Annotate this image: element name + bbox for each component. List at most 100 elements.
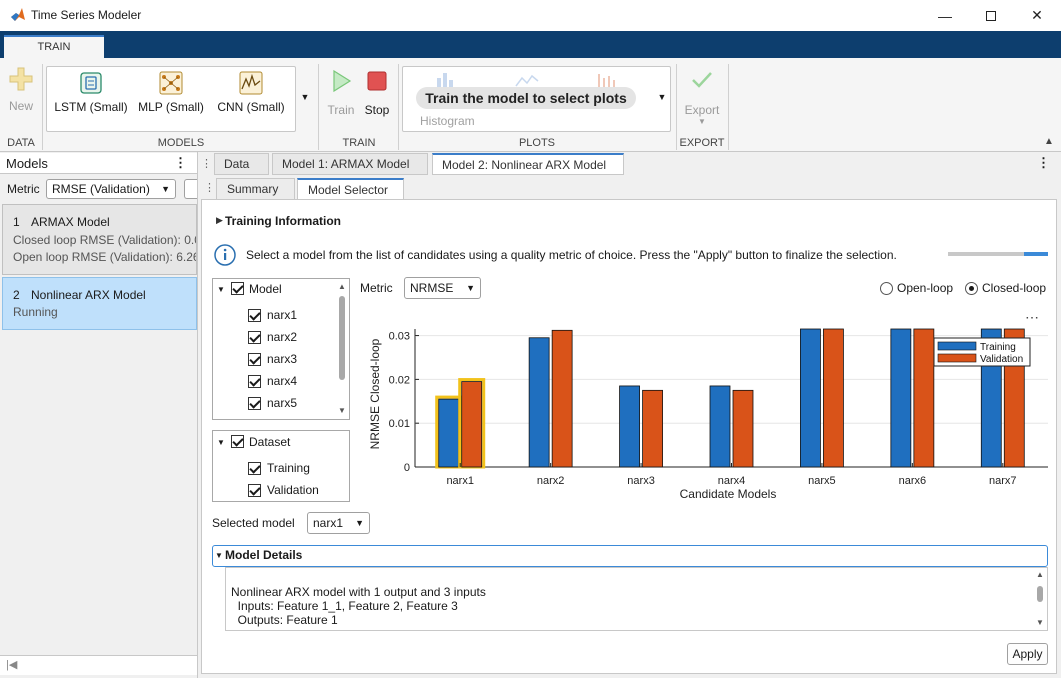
vertical-ellipsis-icon: ⋮ <box>174 155 187 170</box>
train-button[interactable]: Train <box>324 68 358 117</box>
info-icon <box>214 244 236 266</box>
models-panel-scrollbar[interactable] <box>0 655 197 675</box>
stop-button[interactable]: Stop <box>360 68 394 117</box>
model-card[interactable]: 2 Nonlinear ARX Model Running <box>2 277 197 330</box>
bar-narx5-training[interactable] <box>800 328 821 468</box>
lstm-small-button[interactable]: LSTM (Small) <box>52 71 130 114</box>
bar-narx4-validation[interactable] <box>732 389 754 468</box>
model-details-header[interactable] <box>212 545 1048 567</box>
model-tree-items: narx1 narx2 narx3 narx4 narx5 narx6 <box>248 304 336 418</box>
chevron-down-icon[interactable]: ▼ <box>217 438 225 447</box>
train-label: Train <box>327 103 355 117</box>
bar-narx2-training[interactable] <box>528 337 550 468</box>
tree-item-narx4[interactable]: narx4 <box>248 370 336 392</box>
scroll-down-icon[interactable]: ▼ <box>338 406 346 415</box>
bar-narx3-validation[interactable] <box>642 389 663 468</box>
drag-handle-icon[interactable]: ⋮ <box>204 181 215 194</box>
dataset-root-checkbox[interactable] <box>231 435 244 451</box>
plots-gallery-expand-button[interactable]: ▼ <box>655 92 669 106</box>
scroll-left-icon[interactable]: |◀ <box>6 658 17 671</box>
tab-data[interactable]: Data <box>214 153 269 175</box>
checkmark-icon <box>692 72 712 88</box>
tree-item-narx5[interactable]: narx5 <box>248 392 336 414</box>
bar-narx6-training[interactable] <box>890 328 912 468</box>
model-card-name: Nonlinear ARX Model <box>31 288 146 302</box>
scroll-down-icon[interactable]: ▼ <box>1036 618 1044 627</box>
bar-narx6-validation[interactable] <box>913 328 935 468</box>
collapse-toolstrip-button[interactable]: ▲ <box>1042 136 1056 148</box>
legend: TrainingValidation <box>933 337 1031 367</box>
tab-summary[interactable]: Summary <box>216 178 295 200</box>
details-scrollbar[interactable]: ▲ ▼ <box>1033 568 1047 630</box>
selected-model-dropdown[interactable]: narx1 ▼ <box>307 512 370 534</box>
bar-narx3-training[interactable] <box>619 385 640 468</box>
tree-item-narx3[interactable]: narx3 <box>248 348 336 370</box>
tree-item-narx6[interactable]: narx6 <box>248 414 336 418</box>
tab-model-1[interactable]: Model 1: ARMAX Model <box>272 153 428 175</box>
bar-narx5-validation[interactable] <box>823 328 844 468</box>
tree-item-label: Validation <box>267 483 319 497</box>
scroll-up-icon[interactable]: ▲ <box>338 282 346 291</box>
tree-item-narx2[interactable]: narx2 <box>248 326 336 348</box>
y-tick-label: 0.03 <box>389 331 410 343</box>
model-card[interactable]: 1 ARMAX Model Closed loop RMSE (Validati… <box>2 204 197 275</box>
mlp-small-button[interactable]: MLP (Small) <box>134 71 208 114</box>
drag-handle-icon[interactable]: ⋮ <box>201 157 212 170</box>
tab-model-2[interactable]: Model 2: Nonlinear ARX Model <box>432 153 624 175</box>
plots-disabled-message: Train the model to select plots <box>416 87 636 109</box>
bar-narx1-training[interactable] <box>438 398 460 468</box>
models-gallery-expand-button[interactable]: ▼ <box>298 92 312 106</box>
play-icon <box>333 69 352 93</box>
vertical-ellipsis-icon: ⋮ <box>1037 155 1050 170</box>
closed-loop-radio[interactable]: Closed-loop <box>965 281 1046 295</box>
cnn-small-button[interactable]: CNN (Small) <box>212 71 290 114</box>
bar-narx1-validation[interactable] <box>461 381 483 468</box>
apply-button[interactable]: Apply <box>1007 643 1048 665</box>
matlab-logo-icon <box>11 8 25 21</box>
training-information-toggle[interactable]: Training Information <box>225 214 341 228</box>
chevron-down-icon[interactable]: ▼ <box>217 285 225 294</box>
minimize-button[interactable]: — <box>922 0 968 31</box>
model-tree-scrollbar[interactable]: ▲ ▼ <box>336 280 348 418</box>
sort-button[interactable] <box>184 179 197 199</box>
details-line: Outputs: Feature 1 <box>231 613 338 627</box>
tab-model-selector[interactable]: Model Selector <box>297 178 404 200</box>
legend-swatch <box>937 353 977 363</box>
tree-item-training[interactable]: Training <box>248 457 310 479</box>
models-panel-menu-button[interactable]: ⋮ <box>174 155 187 171</box>
scrollbar-thumb[interactable] <box>339 296 345 380</box>
tree-item-validation[interactable]: Validation <box>248 479 319 501</box>
tree-item-narx1[interactable]: narx1 <box>248 304 336 326</box>
tree-item-label: narx3 <box>267 352 298 366</box>
open-loop-radio[interactable]: Open-loop <box>880 281 953 295</box>
bar-narx2-validation[interactable] <box>551 329 573 468</box>
model-card-status: Running <box>13 305 58 319</box>
x-tick-label: narx6 <box>899 475 927 487</box>
close-window-button[interactable]: ✕ <box>1014 0 1060 31</box>
model-root-label: Model <box>249 282 282 296</box>
checkbox-checked-icon <box>248 308 261 322</box>
chevron-down-icon: ▼ <box>466 283 475 293</box>
new-button[interactable]: New <box>4 66 38 118</box>
maximize-button[interactable] <box>968 0 1014 31</box>
scroll-up-icon[interactable]: ▲ <box>1036 570 1044 579</box>
tab-train[interactable]: TRAIN <box>4 35 104 59</box>
legend-swatch <box>937 341 977 351</box>
document-menu-button[interactable]: ⋮ <box>1037 155 1050 171</box>
tree-item-label: narx4 <box>267 374 298 388</box>
chevron-right-icon[interactable]: ▶ <box>216 215 223 226</box>
model-card-closed-loop-rmse: Closed loop RMSE (Validation): 0.0 <box>13 233 196 247</box>
open-loop-label: Open-loop <box>897 281 954 295</box>
chart-metric-dropdown[interactable]: NRMSE ▼ <box>404 277 481 299</box>
lstm-icon <box>80 72 102 94</box>
selected-model-label: Selected model <box>212 516 295 530</box>
chevron-down-icon: ▼ <box>161 184 170 194</box>
metric-dropdown[interactable]: RMSE (Validation) ▼ <box>46 179 176 199</box>
scrollbar-thumb[interactable] <box>1037 586 1043 602</box>
export-button[interactable]: Export ▼ <box>680 68 724 126</box>
checkbox-checked-icon <box>248 461 261 475</box>
model-root-checkbox[interactable] <box>231 282 244 298</box>
models-section-label: MODELS <box>157 137 205 149</box>
x-tick-label: narx5 <box>808 475 836 487</box>
bar-narx4-training[interactable] <box>709 385 731 468</box>
